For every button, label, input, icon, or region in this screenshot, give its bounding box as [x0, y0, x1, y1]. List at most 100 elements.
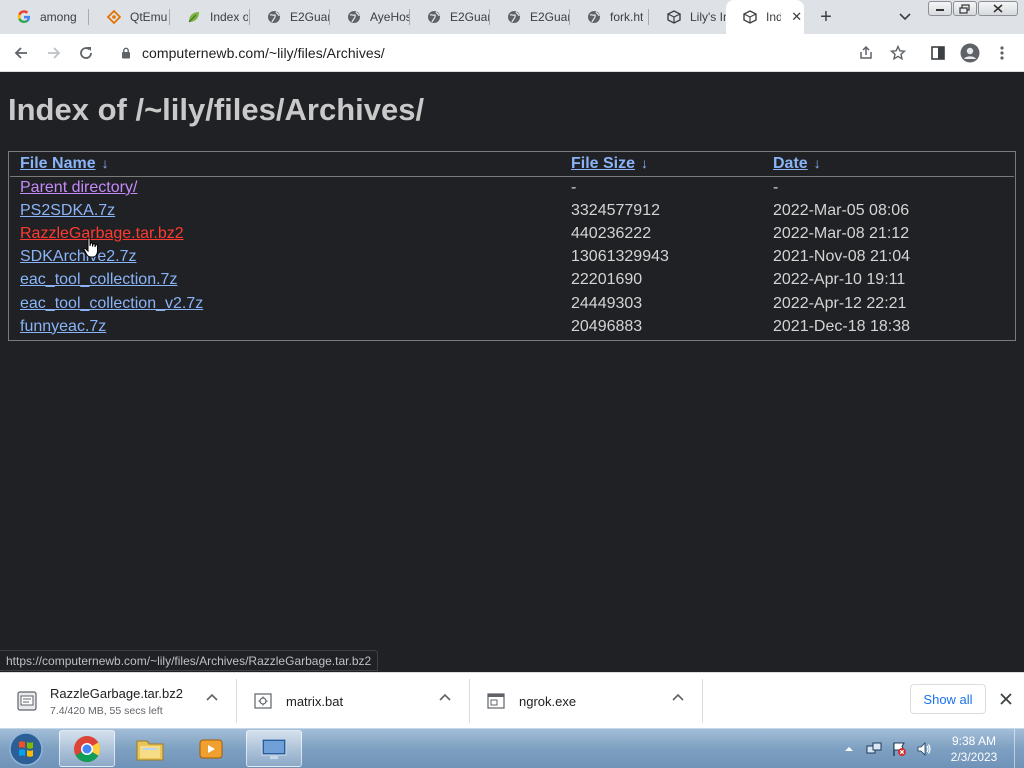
tab-title: E2Guar [290, 10, 330, 24]
file-link[interactable]: eac_tool_collection_v2.7z [20, 295, 203, 312]
file-size-cell: - [571, 178, 577, 196]
file-date-cell: 2022-Apr-10 19:11 [773, 271, 906, 289]
show-desktop-button[interactable] [1014, 729, 1024, 768]
download-item[interactable]: RazzleGarbage.tar.bz2 7.4/420 MB, 55 sec… [16, 679, 183, 723]
tab-4[interactable]: AyeHos [330, 0, 410, 34]
share-icon[interactable] [854, 41, 878, 65]
tray-expand-arrow-icon[interactable] [840, 740, 858, 758]
bat-file-icon [252, 690, 274, 712]
network-icon[interactable] [865, 740, 883, 758]
chevron-up-icon[interactable] [204, 689, 220, 705]
reload-icon[interactable] [74, 41, 98, 65]
file-link[interactable]: SDKArchive2.7z [20, 248, 137, 265]
chevron-up-icon[interactable] [437, 689, 453, 705]
tab-5[interactable]: E2Guar [410, 0, 490, 34]
taskbar-clock[interactable]: 9:38 AM 2/3/2023 [936, 733, 1012, 765]
taskbar-file-explorer-icon[interactable] [122, 730, 178, 767]
file-link[interactable]: eac_tool_collection.7z [20, 271, 177, 288]
chevron-up-icon[interactable] [670, 689, 686, 705]
action-center-flag-icon[interactable] [890, 740, 908, 758]
download-shelf: RazzleGarbage.tar.bz2 7.4/420 MB, 55 sec… [0, 672, 1024, 728]
cube-icon [742, 9, 758, 25]
table-row: RazzleGarbage.tar.bz2 440236222 2022-Mar… [10, 222, 1014, 245]
tab-close-icon[interactable]: ✕ [789, 9, 804, 25]
bookmark-star-icon[interactable] [886, 41, 910, 65]
file-link-parent-directory[interactable]: Parent directory/ [20, 179, 137, 196]
browser-toolbar: computernewb.com/~lily/files/Archives/ [0, 34, 1024, 72]
sort-by-name-link[interactable]: File Name [20, 155, 96, 172]
sort-arrow-icon[interactable]: ↓ [641, 155, 648, 171]
hand-pointer-cursor-icon [83, 237, 101, 259]
file-link[interactable]: PS2SDKA.7z [20, 202, 115, 219]
table-row: eac_tool_collection_v2.7z 24449303 2022-… [10, 292, 1014, 315]
taskbar-media-player-icon[interactable] [183, 730, 239, 767]
download-item[interactable]: ngrok.exe [485, 679, 576, 723]
globe-icon [506, 9, 522, 25]
sort-arrow-icon[interactable]: ↓ [814, 155, 821, 171]
tab-0[interactable]: among [0, 0, 84, 34]
tab-title: Lily's In [690, 10, 726, 24]
download-filename: matrix.bat [286, 693, 344, 709]
download-item[interactable]: matrix.bat [252, 679, 343, 723]
column-header-file-size[interactable]: File Size ↓ [561, 153, 763, 177]
show-all-downloads-button[interactable]: Show all [910, 684, 986, 714]
globe-icon [346, 9, 362, 25]
tab-9-active[interactable]: Ind ✕ [726, 0, 804, 34]
tab-search-chevron-icon[interactable] [894, 6, 916, 28]
file-date-cell: 2021-Dec-18 18:38 [773, 317, 910, 335]
tab-3[interactable]: E2Guar [250, 0, 330, 34]
sort-by-size-link[interactable]: File Size [571, 155, 635, 172]
window-minimize-button[interactable] [928, 1, 952, 16]
tab-title: fork.ht [610, 10, 644, 24]
sort-by-date-link[interactable]: Date [773, 155, 808, 172]
close-shelf-icon[interactable] [996, 689, 1016, 709]
cube-icon [666, 9, 682, 25]
qtemu-icon [106, 9, 122, 25]
sort-arrow-icon[interactable]: ↓ [102, 155, 109, 171]
window-maximize-button[interactable] [953, 1, 977, 16]
file-link[interactable]: funnyeac.7z [20, 318, 106, 335]
tab-strip: among QtEmu Index o E2Guar AyeHos E2Guar [0, 0, 1024, 34]
globe-icon [586, 9, 602, 25]
window-close-button[interactable] [978, 1, 1018, 16]
tab-6[interactable]: E2Guar [490, 0, 570, 34]
tab-2[interactable]: Index o [170, 0, 248, 34]
start-orb-button[interactable] [4, 730, 48, 768]
file-date-cell: 2022-Apr-12 22:21 [773, 294, 907, 312]
file-size-cell: 24449303 [571, 294, 643, 312]
profile-avatar-icon[interactable] [958, 41, 982, 65]
taskbar-chrome-icon[interactable] [59, 730, 115, 767]
tab-title: among [40, 10, 77, 24]
column-header-date[interactable]: Date ↓ [763, 153, 1014, 177]
file-date-cell: 2021-Nov-08 21:04 [773, 248, 910, 266]
tab-8[interactable]: Lily's In [650, 0, 726, 34]
url-text[interactable]: computernewb.com/~lily/files/Archives/ [142, 45, 385, 61]
download-progress-status: 7.4/420 MB, 55 secs left [50, 704, 163, 717]
table-row: eac_tool_collection.7z 22201690 2022-Apr… [10, 269, 1014, 292]
forward-arrow-icon[interactable] [42, 41, 66, 65]
tab-title: Index o [210, 10, 248, 24]
download-filename: RazzleGarbage.tar.bz2 [50, 685, 183, 701]
tab-title: E2Guar [450, 10, 490, 24]
table-row: PS2SDKA.7z 3324577912 2022-Mar-05 08:06 [10, 199, 1014, 222]
exe-file-icon [485, 690, 507, 712]
tab-title: AyeHos [370, 10, 410, 24]
menu-kebab-icon[interactable] [990, 41, 1014, 65]
file-listing-table: File Name ↓ File Size ↓ Date ↓ Parent direc… [8, 151, 1016, 341]
lock-icon[interactable] [118, 45, 134, 61]
new-tab-button[interactable]: + [814, 5, 838, 29]
file-size-cell: 22201690 [571, 271, 643, 289]
table-row: funnyeac.7z 20496883 2021-Dec-18 18:38 [10, 315, 1014, 338]
clock-date: 2/3/2023 [950, 750, 998, 764]
windows-taskbar: 9:38 AM 2/3/2023 [0, 728, 1024, 768]
volume-speaker-icon[interactable] [915, 740, 933, 758]
tab-1[interactable]: QtEmu [90, 0, 168, 34]
address-bar[interactable]: computernewb.com/~lily/files/Archives/ [110, 39, 918, 67]
back-arrow-icon[interactable] [9, 41, 33, 65]
column-header-file-name[interactable]: File Name ↓ [10, 153, 561, 177]
tab-7[interactable]: fork.ht [570, 0, 648, 34]
globe-icon [426, 9, 442, 25]
taskbar-remote-desktop-icon[interactable] [246, 730, 302, 767]
side-panel-icon[interactable] [926, 41, 950, 65]
file-link-hovered[interactable]: RazzleGarbage.tar.bz2 [20, 225, 184, 242]
